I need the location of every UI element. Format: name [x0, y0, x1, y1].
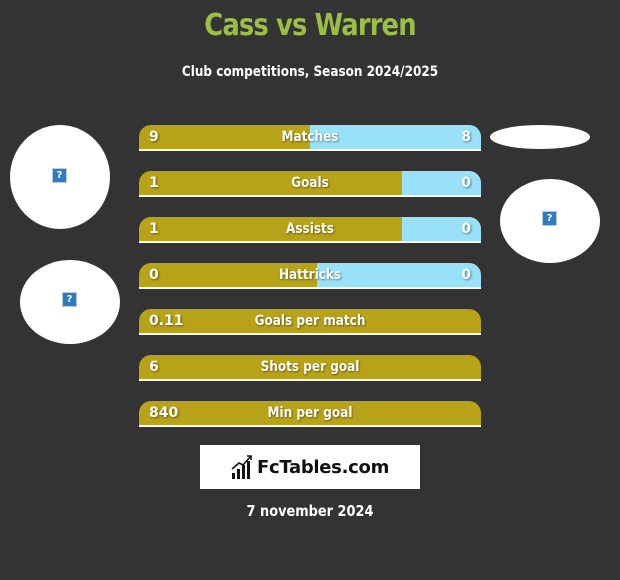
player-photo-right: ?: [500, 179, 600, 263]
right-value: 0: [461, 221, 471, 237]
stat-bar-hattricks: 0 Hattricks 0: [139, 263, 481, 289]
stat-bar-goals: 1 Goals 0: [139, 171, 481, 197]
left-value: 9: [149, 129, 159, 145]
page-title: Cass vs Warren: [204, 8, 416, 43]
logo-text: FcTables.com: [256, 456, 390, 478]
bar-chart-icon: [231, 455, 252, 479]
right-value: 0: [461, 267, 471, 283]
fctables-logo[interactable]: FcTables.com: [200, 445, 420, 489]
broken-image-icon: ?: [62, 292, 77, 307]
stat-label: Hattricks: [278, 267, 342, 283]
stat-label: Assists: [286, 221, 334, 237]
stat-label: Shots per goal: [260, 359, 360, 375]
broken-image-icon: ?: [52, 168, 67, 183]
left-value: 6: [149, 359, 159, 375]
stat-label: Goals per match: [254, 313, 366, 329]
stat-label: Min per goal: [267, 405, 353, 421]
stat-bar-matches: 9 Matches 8: [139, 125, 481, 151]
stat-label: Goals: [291, 175, 329, 191]
stat-bar-min-per-goal: 840 Min per goal: [139, 401, 481, 427]
team-logo-right: [490, 125, 590, 149]
competition-subtitle: Club competitions, Season 2024/2025: [181, 64, 439, 80]
stat-bar-assists: 1 Assists 0: [139, 217, 481, 243]
stat-bar-shots-per-goal: 6 Shots per goal: [139, 355, 481, 381]
stat-label: Matches: [281, 129, 339, 145]
date-label: 7 november 2024: [246, 502, 374, 520]
left-value: 0: [149, 267, 159, 283]
right-value: 0: [461, 175, 471, 191]
broken-image-icon: ?: [542, 211, 557, 226]
right-value: 8: [461, 129, 471, 145]
stat-bar-goals-per-match: 0.11 Goals per match: [139, 309, 481, 335]
left-value: 1: [149, 221, 159, 237]
player-photo-left: ?: [20, 260, 120, 344]
team-logo-left: ?: [10, 125, 110, 229]
left-value: 1: [149, 175, 159, 191]
